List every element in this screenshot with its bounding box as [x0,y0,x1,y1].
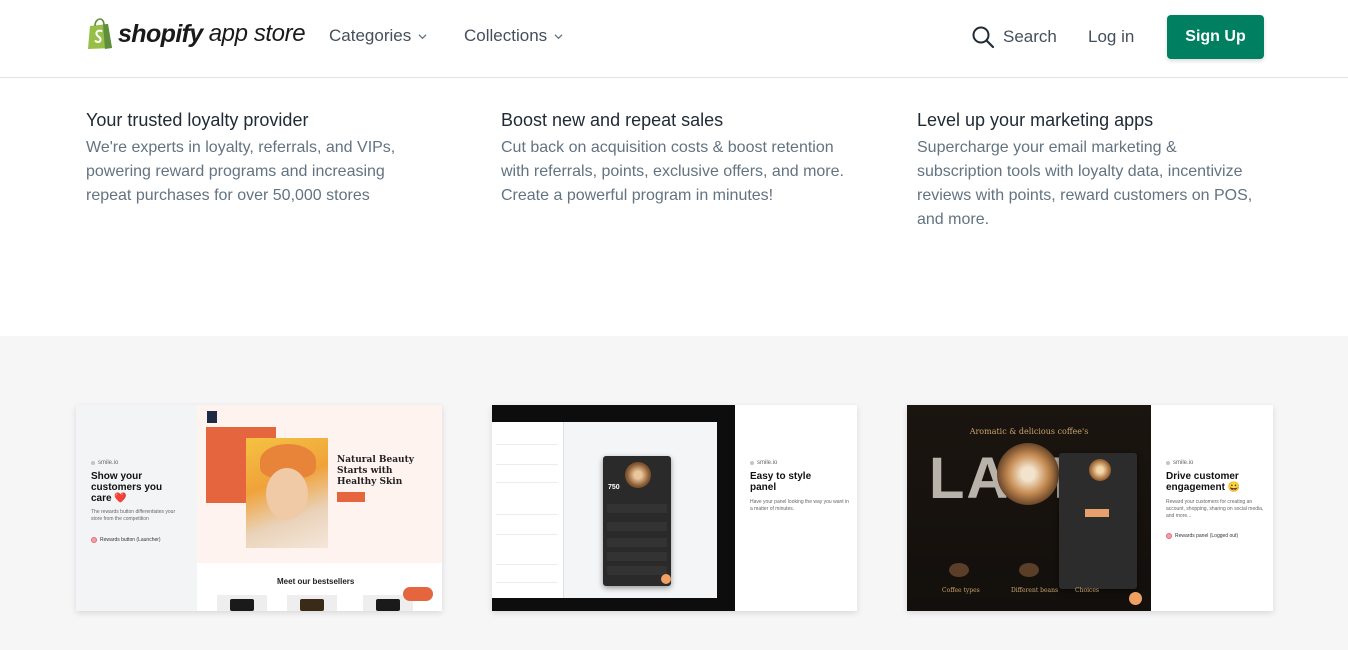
feature-title: Your trusted loyalty provider [86,110,309,130]
face-shape [266,468,308,520]
nav-collections[interactable]: Collections [464,26,563,46]
feature-pill: Rewards panel (Logged out) [1166,533,1238,539]
points-balance: 750 [608,484,620,491]
store-logo-icon [207,411,217,423]
feature-title: Level up your marketing apps [917,110,1154,130]
pill-dot-icon [1166,533,1172,539]
brand-label: smile.io [1166,460,1193,466]
card-caption-panel: smile.io Easy to style panel Have your p… [735,405,857,611]
card-caption-panel: smile.io Drive customer engagement 😀 Rew… [1151,405,1273,611]
feature-loyalty: Your trusted loyalty provider We're expe… [86,108,431,208]
caption-choices: Choices [1075,587,1099,594]
card-description: Reward your customers for creating an ac… [1166,499,1264,519]
top-header: shopify app store Categories Collections… [0,0,1348,78]
caption-different-beans: Different beans [1011,587,1059,594]
nav-categories-label: Categories [329,26,412,45]
product-thumb [287,595,337,611]
brand-dot-icon [91,461,95,465]
feature-sales: Boost new and repeat sales Cut back on a… [501,108,846,208]
coffee-image [1089,459,1111,481]
product-thumb [217,595,267,611]
store-preview: Natural Beauty Starts with Healthy Skin … [197,405,442,611]
coffee-cup-icon [949,563,969,577]
search-label: Search [1003,27,1057,46]
search-button[interactable]: Search [971,25,1057,49]
coffee-bean-icon [1019,563,1039,577]
hero-title: Aromatic & delicious coffee's [969,427,1089,436]
card-title: Easy to style panel [750,471,812,493]
editor-screen: 750 [492,422,717,598]
card-description: Have your panel looking the way you want… [750,499,849,512]
card-caption-panel: smile.io Show your customers you care ❤️… [76,405,197,611]
card-description: The rewards button differentiates your s… [91,509,176,522]
gallery-card-engagement[interactable]: Aromatic & delicious coffee's LATTE Coff… [907,405,1273,611]
nav-categories[interactable]: Categories [329,26,427,46]
brand-label: smile.io [750,460,777,466]
feature-marketing: Level up your marketing apps Supercharge… [917,108,1262,232]
screenshot-gallery: smile.io Show your customers you care ❤️… [0,336,1348,650]
brand-dot-icon [750,461,754,465]
coffee-store-preview: Aromatic & delicious coffee's LATTE Coff… [907,405,1151,611]
rewards-launcher-icon [403,587,433,601]
card-title: Drive customer engagement 😀 [1166,471,1241,493]
brand-label: smile.io [91,460,118,466]
hero-headline: Natural Beauty Starts with Healthy Skin [337,455,414,487]
logo-wordmark: shopify [118,19,203,48]
bestsellers-title: Meet our bestsellers [277,577,355,586]
hero-shop-button [337,492,365,502]
shopify-app-store-logo[interactable]: shopify app store [86,18,306,50]
feature-title: Boost new and repeat sales [501,110,724,130]
logo-subtitle: app store [208,20,306,47]
feature-text: We're experts in loyalty, referrals, and… [86,139,396,204]
gallery-card-rewards-button[interactable]: smile.io Show your customers you care ❤️… [76,405,442,611]
shopify-bag-icon [88,18,112,49]
pill-dot-icon [91,537,97,543]
hero-banner: Natural Beauty Starts with Healthy Skin [197,405,442,563]
login-link[interactable]: Log in [1088,27,1134,47]
gallery-card-style-panel[interactable]: 750 smile.io Easy to style panel Have yo… [492,405,857,611]
chevron-down-icon [418,33,427,39]
caption-coffee-types: Coffee types [942,587,980,594]
brand-dot-icon [1166,461,1170,465]
latte-cup-image [997,443,1059,505]
chevron-down-icon [554,33,563,39]
editor-sidebar [492,422,564,598]
search-icon [972,26,995,49]
nav-collections-label: Collections [464,26,548,45]
hero-photo [246,438,328,548]
launcher-icon [661,574,671,584]
close-icon [1129,592,1142,605]
feature-pill: Rewards button (Launcher) [91,537,161,543]
feature-text: Supercharge your email marketing & subsc… [917,139,1253,228]
card-title: Show your customers you care ❤️ [91,471,163,504]
rewards-panel-preview [1059,453,1137,589]
feature-text: Cut back on acquisition costs & boost re… [501,139,844,204]
join-button [1085,509,1109,517]
signup-button[interactable]: Sign Up [1167,15,1264,59]
coffee-image [625,462,651,488]
editor-preview: 750 [492,405,735,611]
panel-preview: 750 [603,456,671,586]
